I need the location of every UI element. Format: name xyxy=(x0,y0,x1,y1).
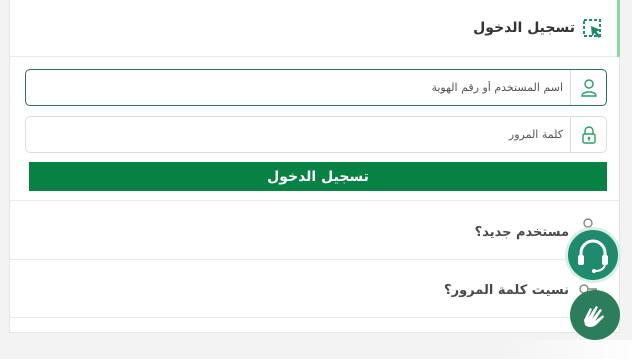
password-field[interactable] xyxy=(25,116,607,153)
login-card: تسجيل الدخول تسجيل الدخول مستخدم جدي xyxy=(9,0,620,333)
user-icon xyxy=(581,79,597,97)
accessibility-button[interactable] xyxy=(570,290,620,340)
password-addon xyxy=(570,117,606,152)
forgot-password-link[interactable]: نسيت كلمة المرور؟ xyxy=(10,259,619,317)
lock-icon xyxy=(582,126,596,144)
new-user-link[interactable]: مستخدم جديد؟ xyxy=(10,200,619,259)
support-button[interactable] xyxy=(565,227,621,283)
password-input[interactable] xyxy=(29,117,569,152)
forgot-password-label: نسيت كلمة المرور؟ xyxy=(444,283,569,298)
bottom-fade xyxy=(500,340,632,359)
login-button[interactable]: تسجيل الدخول xyxy=(29,162,607,191)
headset-icon xyxy=(578,239,608,273)
username-addon xyxy=(570,70,606,105)
login-cursor-icon xyxy=(583,19,601,38)
page-title: تسجيل الدخول xyxy=(473,20,575,36)
new-user-label: مستخدم جديد؟ xyxy=(474,225,569,240)
sign-language-icon xyxy=(584,306,604,327)
username-input[interactable] xyxy=(29,70,569,105)
card-footer-divider xyxy=(10,317,619,333)
header-accent-bar xyxy=(617,0,620,57)
login-header: تسجيل الدخول xyxy=(10,0,619,57)
username-field[interactable] xyxy=(25,69,607,106)
